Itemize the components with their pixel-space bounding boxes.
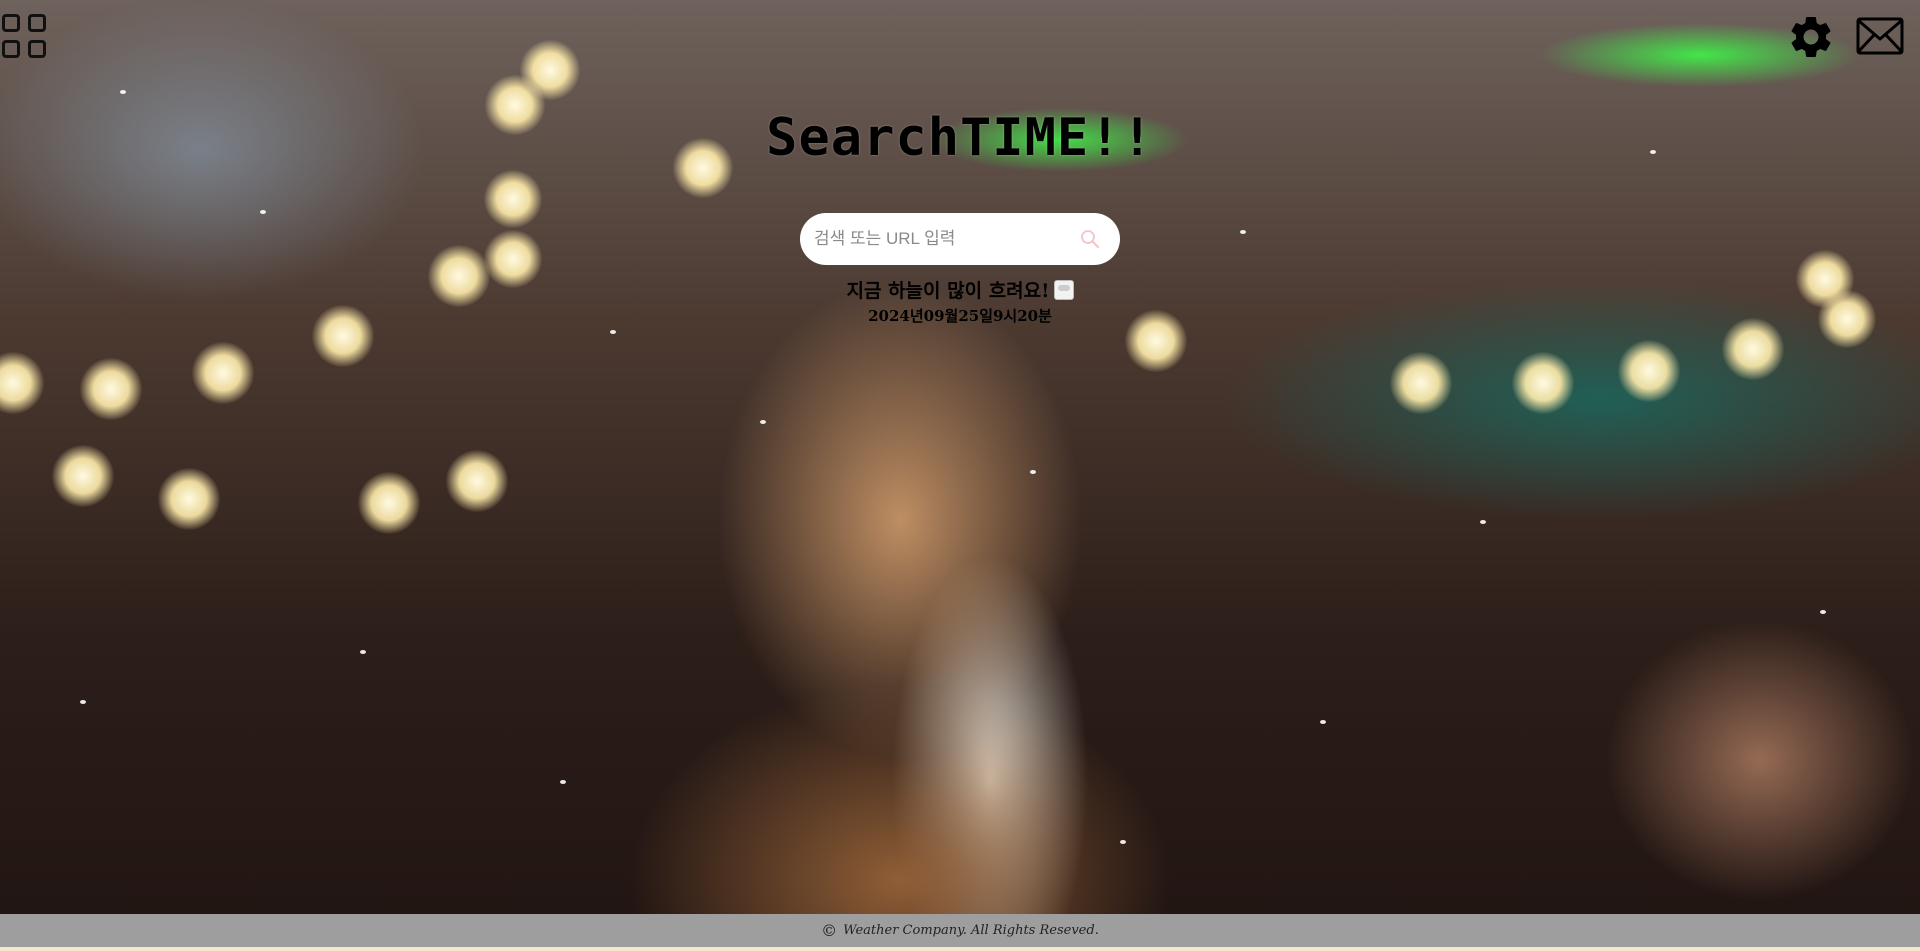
copyright-icon: © — [821, 921, 838, 940]
bokeh-light — [80, 358, 142, 420]
bokeh-light — [446, 450, 508, 512]
snowflake — [760, 420, 766, 424]
footer-text: Weather Company. All Rights Reseved. — [843, 923, 1099, 938]
search-icon[interactable] — [1080, 229, 1100, 249]
snowflake — [1120, 840, 1126, 844]
search-bar[interactable] — [800, 213, 1120, 265]
bokeh-light — [484, 170, 542, 228]
grid-cell — [2, 14, 20, 32]
bokeh-light — [1512, 352, 1574, 414]
snowflake — [1320, 720, 1326, 724]
snowflake — [1820, 610, 1826, 614]
snowflake — [1480, 520, 1486, 524]
search-input[interactable] — [812, 228, 1080, 250]
snowflake — [610, 330, 616, 334]
current-datetime: 2024년09월25일9시20분 — [868, 307, 1052, 325]
snowflake — [1240, 230, 1246, 234]
footer: © Weather Company. All Rights Reseved. — [0, 914, 1920, 947]
snowflake — [560, 780, 566, 784]
apps-grid-icon[interactable] — [2, 14, 46, 58]
page: SearchTIME!! 지금 하늘이 많이 흐려요! 2024년09월25일9… — [0, 0, 1920, 951]
footer-bottom-strip — [0, 947, 1920, 951]
snowflake — [120, 90, 126, 94]
grid-cell — [2, 40, 20, 58]
grid-cell — [28, 14, 46, 32]
snowflake — [360, 650, 366, 654]
snowflake — [260, 210, 266, 214]
bokeh-light — [1618, 340, 1680, 402]
gear-icon[interactable] — [1786, 12, 1836, 62]
mail-icon[interactable] — [1856, 16, 1904, 56]
snowflake — [80, 700, 86, 704]
bokeh-light — [158, 468, 220, 530]
cloud-icon — [1053, 280, 1074, 300]
bokeh-light — [52, 445, 114, 507]
grid-cell — [28, 40, 46, 58]
weather-text: 지금 하늘이 많이 흐려요! — [846, 280, 1050, 302]
page-title: SearchTIME!! — [766, 108, 1154, 168]
bokeh-light — [192, 342, 254, 404]
bokeh-light — [1722, 318, 1784, 380]
weather-message: 지금 하늘이 많이 흐려요! — [0, 276, 1920, 303]
bokeh-light — [358, 472, 420, 534]
bokeh-light — [1390, 352, 1452, 414]
snowflake — [1030, 470, 1036, 474]
